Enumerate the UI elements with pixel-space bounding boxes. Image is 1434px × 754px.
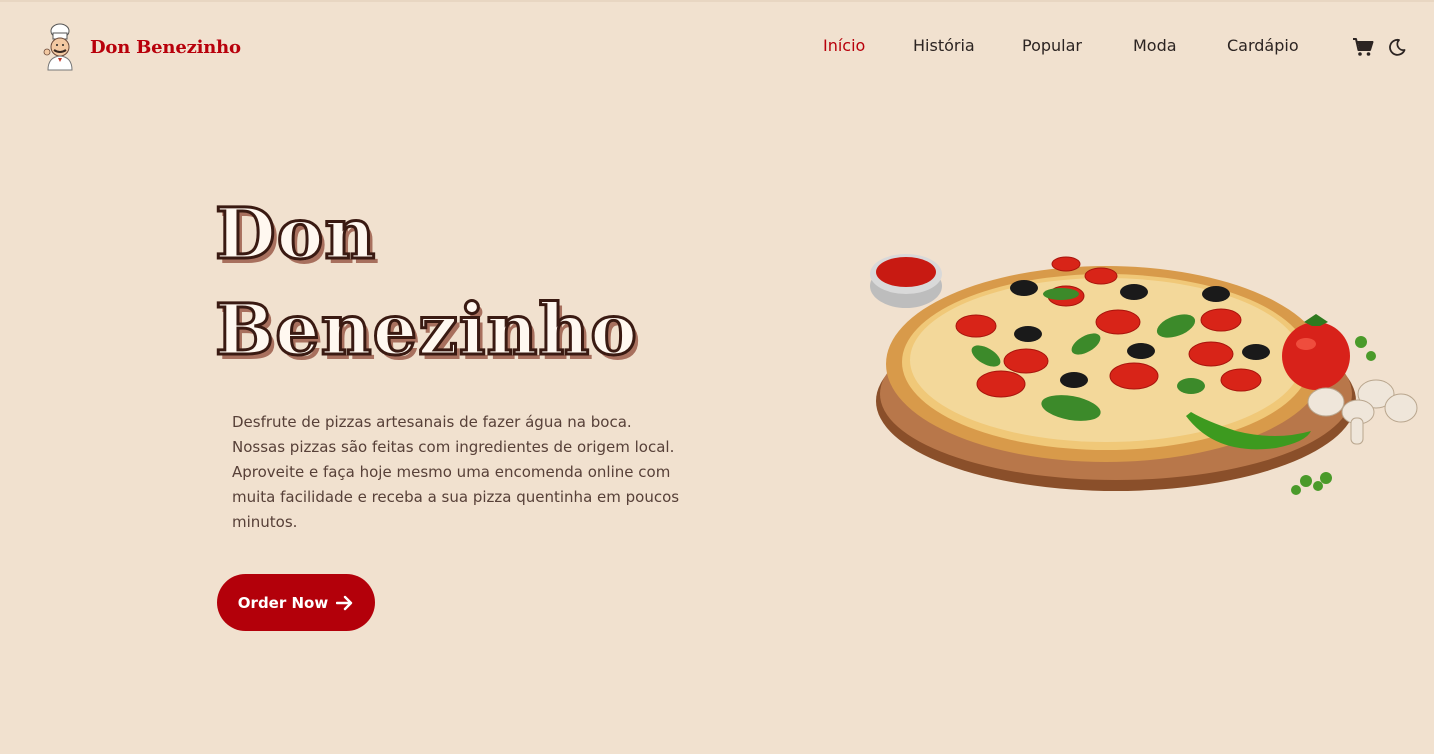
nav-item-cardapio[interactable]: Cardápio [1227, 36, 1299, 55]
nav-item-moda[interactable]: Moda [1133, 36, 1177, 55]
hero-title: Don Benezinho [214, 186, 639, 378]
order-now-button[interactable]: Order Now [217, 574, 375, 631]
main-nav: Início História Popular Moda Cardápio [0, 36, 1434, 64]
hero-title-line1: Don [214, 191, 377, 277]
hero-title-line2: Benezinho [214, 287, 639, 373]
arrow-right-icon [336, 595, 354, 611]
moon-icon[interactable] [1388, 38, 1406, 56]
nav-item-historia[interactable]: História [913, 36, 975, 55]
order-now-label: Order Now [237, 593, 329, 612]
nav-item-popular[interactable]: Popular [1022, 36, 1082, 55]
cart-icon[interactable] [1352, 37, 1374, 57]
hero-description: Desfrute de pizzas artesanais de fazer á… [232, 413, 680, 531]
nav-item-inicio[interactable]: Início [823, 36, 865, 55]
site-header: Don Benezinho Início História Popular Mo… [0, 0, 1434, 100]
pizza-image [856, 216, 1426, 516]
